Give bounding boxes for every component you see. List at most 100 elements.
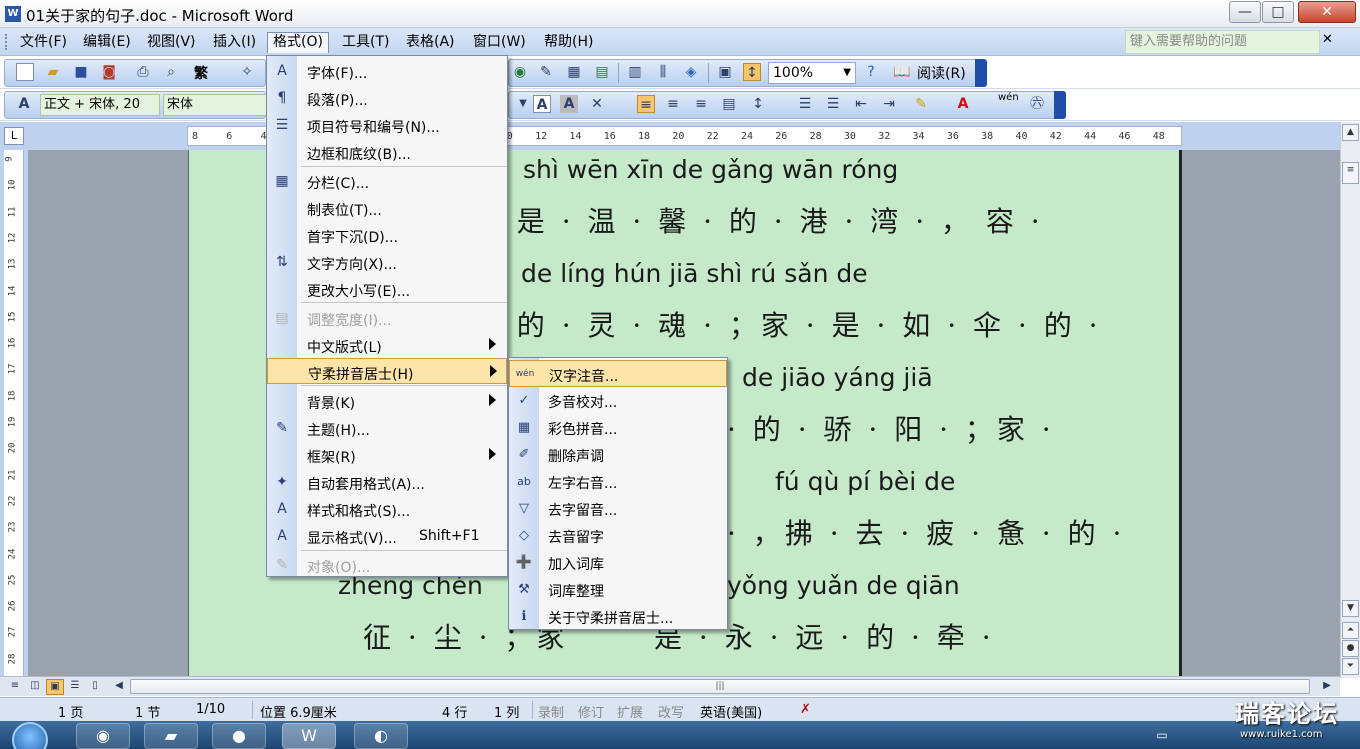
menu-item-styles-formatting[interactable]: A 样式和格式(S)... [267,496,507,522]
menu-edit[interactable]: 编辑(E) [78,32,136,53]
print-preview-icon[interactable]: ⌕ [162,63,180,81]
menu-item-theme[interactable]: ✎ 主题(H)... [267,415,507,441]
help-icon[interactable]: ? [862,63,880,81]
firefox-taskbar-icon[interactable]: ● [212,723,266,749]
menu-help[interactable]: 帮助(H) [539,32,598,53]
submenu-item-keep-pinyin[interactable]: ▽ 去字留音... [509,495,727,522]
zoom-chevron-down-icon[interactable]: ▼ [843,63,851,83]
char-scale-icon[interactable]: ✕ [588,95,606,113]
read-mode-button[interactable]: 阅读(R) [917,63,966,83]
submenu-item-color-pinyin[interactable]: ▦ 彩色拼音... [509,414,727,441]
menu-format[interactable]: 格式(O) [267,32,329,53]
menu-table[interactable]: 表格(A) [401,32,460,53]
zoom-dropdown[interactable]: 100% ▼ [768,62,856,84]
tab-selector[interactable]: L [4,127,24,145]
decrease-indent-icon[interactable]: ⇤ [852,95,870,113]
menu-view[interactable]: 视图(V) [142,32,201,53]
menu-item-columns[interactable]: ▦ 分栏(C)... [267,168,507,194]
menu-item-borders-shading[interactable]: 边框和底纹(B)... [267,139,507,165]
document-map-icon[interactable]: ◈ [682,63,700,81]
font-dropdown[interactable]: 宋体 [163,94,273,116]
research-icon[interactable]: ✧ [238,63,256,81]
insert-table-icon[interactable]: ▦ [565,63,583,81]
explorer-taskbar-icon[interactable]: ▰ [144,723,198,749]
browse-object-icon[interactable]: ● [1342,640,1359,657]
distributed-icon[interactable]: ▤ [720,95,738,113]
char-border-icon[interactable]: A [533,95,551,113]
menu-item-reveal-formatting[interactable]: A 显示格式(V)... Shift+F1 [267,523,507,549]
submenu-item-add-to-dictionary[interactable]: ➕ 加入词库 [509,549,727,576]
insert-excel-icon[interactable]: ▤ [593,63,611,81]
columns-icon[interactable]: ▥ [626,63,644,81]
align-justify-icon[interactable]: ≡ [637,95,655,113]
outline-view-icon[interactable]: ☰ [66,679,84,695]
submenu-item-add-pinyin[interactable]: wén 汉字注音... [509,360,727,387]
status-language[interactable]: 英语(美国) [700,702,762,721]
submenu-item-char-left-pinyin-right[interactable]: ab 左字右音... [509,468,727,495]
bullets-icon[interactable]: ☰ [824,95,842,113]
menubar-grip[interactable] [5,34,8,50]
save-icon[interactable]: ■ [72,63,90,81]
status-track-changes[interactable]: 修订 [578,702,604,721]
print-layout-icon[interactable]: ▣ [46,679,64,695]
status-extend[interactable]: 扩展 [617,702,643,721]
submenu-item-polyphone-check[interactable]: ✓ 多音校对... [509,387,727,414]
menu-item-change-case[interactable]: 更改大小写(E)... [267,276,507,302]
numbering-icon[interactable]: ☰ [796,95,814,113]
status-overtype[interactable]: 改写 [658,702,684,721]
close-button[interactable]: ✕ [1298,1,1356,23]
start-button[interactable] [12,722,48,749]
app-taskbar-icon[interactable]: ◐ [354,723,408,749]
traditional-chinese-icon[interactable]: 繁 [194,63,208,83]
open-folder-icon[interactable]: ▰ [44,63,62,81]
align-center-icon[interactable]: ≡ [664,95,682,113]
drawing-icon[interactable]: ⫼ [654,63,672,81]
reading-view-icon[interactable]: ▯ [86,679,104,695]
submenu-item-keep-chars[interactable]: ◇ 去音留字 [509,522,727,549]
horizontal-scroll-thumb[interactable]: ||| [130,679,1310,694]
scroll-left-icon[interactable]: ◀ [110,679,128,695]
tables-borders-icon[interactable]: ✎ [537,63,555,81]
permission-icon[interactable]: ◙ [100,63,118,81]
menu-item-drop-cap[interactable]: 首字下沉(D)... [267,222,507,248]
pinyin-guide-icon[interactable]: wén [998,92,1019,103]
menu-item-text-direction[interactable]: ⇅ 文字方向(X)... [267,249,507,275]
vertical-scrollbar[interactable]: ▲ ≡ ▼ ⏶ ● ⏷ [1340,122,1360,678]
show-hide-icon[interactable]: ▣ [716,63,734,81]
web-view-icon[interactable]: ◫ [26,679,44,695]
scroll-right-icon[interactable]: ▶ [1318,679,1336,695]
scroll-thumb[interactable]: ≡ [1342,162,1359,184]
submenu-item-about[interactable]: ℹ 关于守柔拼音居士... [509,603,727,630]
highlight-icon[interactable]: ✎ [912,95,930,113]
menu-file[interactable]: 文件(F) [15,32,72,53]
menu-insert[interactable]: 插入(I) [208,32,261,53]
tray-icon[interactable]: ▭ [1150,723,1174,749]
chrome-taskbar-icon[interactable]: ◉ [76,723,130,749]
font-color-icon[interactable]: A [954,95,972,113]
enclose-char-icon[interactable]: ㊅ [1028,95,1046,113]
line-spacing-icon[interactable]: ↕ [749,95,767,113]
help-close-icon[interactable]: ✕ [1322,32,1333,47]
status-record[interactable]: 录制 [538,702,564,721]
print-icon[interactable]: ⎙ [134,63,152,81]
char-shading-icon[interactable]: A [560,95,578,113]
menu-item-autoformat[interactable]: ✦ 自动套用格式(A)... [267,469,507,495]
menu-tools[interactable]: 工具(T) [337,32,394,53]
styles-pane-icon[interactable]: A [15,95,33,113]
toolbar-options-chevron[interactable] [1054,91,1066,119]
chevron-down-icon[interactable]: ▼ [514,95,532,113]
align-right-icon[interactable]: ≡ [692,95,710,113]
scroll-up-icon[interactable]: ▲ [1342,124,1359,141]
read-mode-icon[interactable]: 📖 [893,63,911,81]
menu-item-bullets-numbering[interactable]: ☰ 项目符号和编号(N)... [267,112,507,138]
help-question-input[interactable]: 键入需要帮助的问题 [1125,30,1320,54]
menu-item-background[interactable]: 背景(K) [267,388,507,414]
prev-page-icon[interactable]: ⏶ [1342,622,1359,639]
menu-item-frames[interactable]: 框架(R) [267,442,507,468]
style-dropdown[interactable]: 正文 + 宋体, 20 [40,94,160,116]
toolbar-options-chevron[interactable] [975,59,987,87]
menu-item-tabs[interactable]: 制表位(T)... [267,195,507,221]
submenu-item-remove-tones[interactable]: ✐ 删除声调 [509,441,727,468]
new-document-icon[interactable] [16,63,34,81]
menu-item-font[interactable]: A 字体(F)... [267,58,507,84]
